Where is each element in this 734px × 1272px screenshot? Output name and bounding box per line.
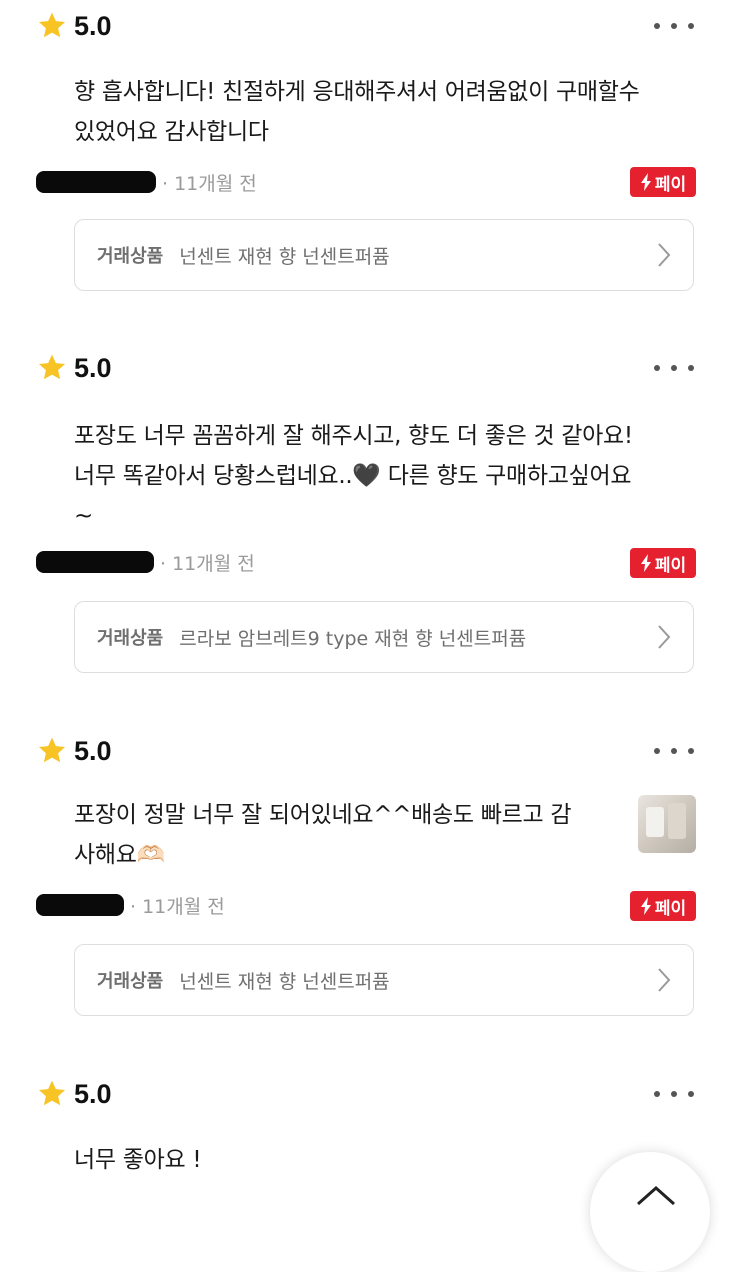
- more-horizontal-icon: [654, 23, 660, 29]
- review-item: 5.0 향 흡사합니다! 친절하게 응대해주셔서 어려움없이 구매할수 있었어요…: [0, 6, 734, 306]
- product-link[interactable]: 거래상품 르라보 암브레트9 type 재현 향 넌센트퍼퓸: [74, 601, 694, 673]
- chevron-right-icon: [658, 243, 671, 267]
- review-time: · 11개월 전: [162, 172, 257, 195]
- product-label: 거래상품: [97, 246, 164, 267]
- product-link[interactable]: 거래상품 넌센트 재현 향 넌센트퍼퓸: [74, 219, 694, 291]
- rating-score: 5.0: [74, 352, 112, 383]
- reviewer-name-redacted[interactable]: [36, 171, 156, 193]
- product-label: 거래상품: [97, 971, 164, 992]
- review-time: · 11개월 전: [160, 552, 255, 575]
- pay-badge: 페이: [630, 167, 696, 197]
- pay-badge: 페이: [630, 891, 696, 921]
- star-icon: [38, 354, 66, 380]
- review-item: 5.0 포장도 너무 꼼꼼하게 잘 해주시고, 향도 더 좋은 것 같아요! 너…: [0, 348, 734, 688]
- review-meta: · 11개월 전: [36, 546, 255, 578]
- rating-score: 5.0: [74, 1078, 112, 1109]
- product-name: 르라보 암브레트9 type 재현 향 넌센트퍼퓸: [179, 627, 527, 650]
- scroll-to-top-button[interactable]: [590, 1152, 710, 1272]
- review-photo-thumbnail[interactable]: [638, 795, 696, 853]
- product-name: 넌센트 재현 향 넌센트퍼퓸: [179, 970, 390, 993]
- more-horizontal-icon: [654, 1091, 660, 1097]
- rating-score: 5.0: [74, 735, 112, 766]
- more-options-button[interactable]: [654, 358, 694, 378]
- reviewer-name-redacted[interactable]: [36, 894, 124, 916]
- reviewer-name-redacted[interactable]: [36, 551, 154, 573]
- chevron-up-icon: [637, 1186, 675, 1206]
- review-text: 포장도 너무 꼼꼼하게 잘 해주시고, 향도 더 좋은 것 같아요! 너무 똑같…: [74, 423, 633, 529]
- review-time: · 11개월 전: [130, 895, 225, 918]
- star-icon: [38, 1080, 66, 1106]
- rating-score: 5.0: [74, 10, 112, 41]
- more-horizontal-icon: [654, 365, 660, 371]
- review-meta: · 11개월 전: [36, 166, 257, 198]
- star-icon: [38, 737, 66, 763]
- review-text: 향 흡사합니다! 친절하게 응대해주셔서 어려움없이 구매할수 있었어요 감사합…: [74, 79, 640, 145]
- review-text: 포장이 정말 너무 잘 되어있네요^^배송도 빠르고 감 사해요🫶🏻: [74, 802, 572, 868]
- product-label: 거래상품: [97, 628, 164, 649]
- more-options-button[interactable]: [654, 16, 694, 36]
- more-options-button[interactable]: [654, 741, 694, 761]
- chevron-right-icon: [658, 968, 671, 992]
- star-icon: [38, 12, 66, 38]
- review-text: 너무 좋아요 !: [74, 1147, 202, 1173]
- product-link[interactable]: 거래상품 넌센트 재현 향 넌센트퍼퓸: [74, 944, 694, 1016]
- lightning-icon: [640, 554, 651, 572]
- rating: 5.0: [36, 6, 112, 46]
- rating: 5.0: [36, 348, 112, 388]
- pay-badge: 페이: [630, 548, 696, 578]
- rating: 5.0: [36, 731, 112, 771]
- product-name: 넌센트 재현 향 넌센트퍼퓸: [179, 245, 390, 268]
- lightning-icon: [640, 897, 651, 915]
- more-horizontal-icon: [654, 748, 660, 754]
- chevron-right-icon: [658, 625, 671, 649]
- review-meta: · 11개월 전: [36, 889, 225, 921]
- more-options-button[interactable]: [654, 1084, 694, 1104]
- lightning-icon: [640, 173, 651, 191]
- rating: 5.0: [36, 1074, 112, 1114]
- review-item: 5.0 포장이 정말 너무 잘 되어있네요^^배송도 빠르고 감 사해요🫶🏻 ·…: [0, 731, 734, 1031]
